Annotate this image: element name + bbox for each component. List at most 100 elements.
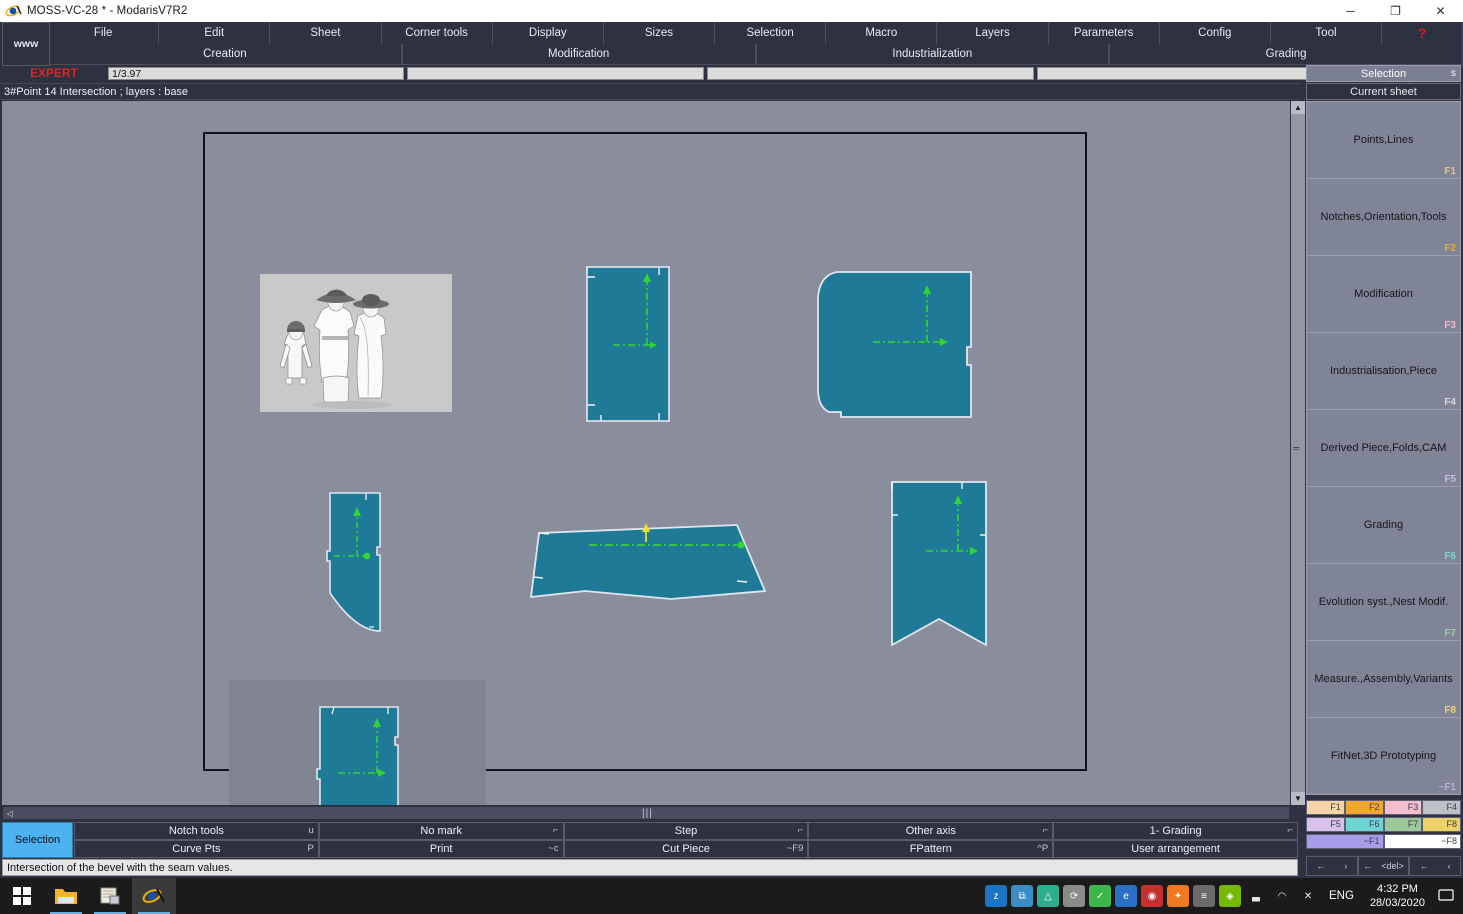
function-button-user-arrangement[interactable]: User arrangement	[1053, 840, 1298, 858]
input-field-3[interactable]	[707, 67, 1034, 80]
menu-item-file[interactable]: File	[48, 22, 160, 44]
selection-panel-header[interactable]: Selection s	[1306, 65, 1461, 82]
minimize-button[interactable]: ─	[1328, 0, 1373, 22]
help-icon[interactable]: ?	[1382, 22, 1463, 44]
security-alert-icon[interactable]: ◉	[1141, 885, 1164, 907]
sidebar-item-grading[interactable]: Grading F6	[1306, 486, 1461, 563]
refresh-icon[interactable]: ⟳	[1063, 885, 1086, 907]
function-button-fpattern[interactable]: FPattern ^P	[808, 840, 1054, 858]
grading-arrow-cell-3[interactable]: ← ‹	[1409, 856, 1462, 876]
input-field-2[interactable]	[407, 67, 704, 80]
canvas-vertical-scrollbar[interactable]: ▲ ═ ▼	[1290, 101, 1305, 805]
function-button-other-axis[interactable]: Other axis ⌐	[808, 822, 1054, 840]
menu-item-macro[interactable]: Macro	[826, 22, 938, 44]
mode-tab-creation[interactable]: Creation	[48, 44, 402, 65]
grading-swatch-f2[interactable]: F2	[1344, 800, 1384, 815]
zoho-icon[interactable]: z	[985, 885, 1008, 907]
battery-icon[interactable]: ▃	[1245, 885, 1267, 907]
menu-item-corner-tools[interactable]: Corner tools	[382, 22, 493, 44]
avast-icon[interactable]: ✦	[1167, 885, 1190, 907]
menu-item-config[interactable]: Config	[1160, 22, 1271, 44]
modaris-taskbar-icon[interactable]	[132, 878, 176, 914]
function-button-cut-piece[interactable]: Cut Piece ~F9	[563, 840, 809, 858]
boxed-rectangle-piece[interactable]	[316, 703, 402, 805]
grading-swatch-f8[interactable]: F8	[1422, 817, 1461, 832]
scale-input[interactable]: 1/3.97	[108, 67, 404, 80]
menu-item-parameters[interactable]: Parameters	[1049, 22, 1160, 44]
wide-trapezoid-piece[interactable]	[525, 519, 770, 609]
cloud-drive-icon[interactable]: △	[1037, 885, 1060, 907]
menu-item-tool[interactable]: Tool	[1271, 22, 1383, 44]
clock-widget[interactable]: 4:32 PM 28/03/2020	[1370, 882, 1425, 910]
wifi-icon[interactable]: ◠	[1271, 885, 1293, 907]
mode-tab-modification[interactable]: Modification	[401, 44, 756, 65]
scroll-left-arrow[interactable]: ◁	[3, 807, 17, 819]
scroll-down-arrow[interactable]: ▼	[1291, 792, 1305, 805]
sidebar-item-evolution-syst-nest-modif[interactable]: Evolution syst.,Nest Modif. F7	[1306, 563, 1461, 640]
volume-muted-icon[interactable]: ✕	[1297, 885, 1319, 907]
rectangle-piece-top[interactable]	[585, 265, 671, 423]
grading-swatch-alt-f1[interactable]: ~F1	[1306, 834, 1384, 849]
grading-swatch-f3[interactable]: F3	[1383, 800, 1423, 815]
language-indicator[interactable]: ENG	[1329, 890, 1354, 902]
sidebar-item-fitnet-3d-prototyping[interactable]: FitNet,3D Prototyping ~F1	[1306, 717, 1461, 795]
arrow-right-icon[interactable]: ›	[1344, 861, 1347, 871]
notification-icon[interactable]	[1433, 878, 1459, 914]
sidebar-item-industrialisation-piece[interactable]: Industrialisation,Piece F4	[1306, 332, 1461, 409]
selection-mode-button[interactable]: Selection	[2, 822, 73, 858]
banner-notch-piece[interactable]	[886, 477, 992, 651]
windows-start-icon[interactable]	[0, 878, 44, 914]
menu-item-selection[interactable]: Selection	[715, 22, 827, 44]
close-button[interactable]: ✕	[1418, 0, 1463, 22]
sidebar-item-measure-assembly-variants[interactable]: Measure.,Assembly,Variants F8	[1306, 640, 1461, 717]
www-button[interactable]: www	[2, 22, 50, 66]
hscroll-grip[interactable]: |||	[642, 808, 653, 819]
function-button-print[interactable]: Print ~c	[318, 840, 564, 858]
menu-item-sheet[interactable]: Sheet	[270, 22, 382, 44]
sidebar-item-points-lines[interactable]: Points,Lines F1	[1306, 101, 1461, 178]
grading-swatch-f6[interactable]: F6	[1344, 817, 1384, 832]
arrow-left-icon[interactable]: ←	[1316, 861, 1325, 871]
nvidia-icon[interactable]: ◈	[1219, 885, 1242, 907]
pattern-canvas[interactable]	[2, 101, 1290, 805]
grading-swatch-f4[interactable]: F4	[1422, 800, 1461, 815]
sidebar-item-modification[interactable]: Modification F3	[1306, 255, 1461, 332]
sidebar-item-notches-orientation-tools[interactable]: Notches,Orientation,Tools F2	[1306, 178, 1461, 255]
sidebar-item-derived-piece-folds-cam[interactable]: Derived Piece,Folds,CAM F5	[1306, 409, 1461, 486]
grading-swatch-f7[interactable]: F7	[1383, 817, 1423, 832]
grading-arrow-cell-1[interactable]: ← ›	[1306, 856, 1358, 876]
menu-item-layers[interactable]: Layers	[937, 22, 1049, 44]
function-button-no-mark[interactable]: No mark ⌐	[318, 822, 564, 840]
function-button-notch-tools[interactable]: Notch tools u	[74, 822, 319, 840]
menu-item-display[interactable]: Display	[493, 22, 604, 44]
menu-item-edit[interactable]: Edit	[159, 22, 271, 44]
function-button-curve-pts[interactable]: Curve Pts P	[74, 840, 319, 858]
arrow-left-icon[interactable]: ←	[1420, 861, 1429, 871]
function-button-1-grading[interactable]: 1- Grading ⌐	[1053, 822, 1298, 840]
current-sheet-button[interactable]: Current sheet	[1306, 83, 1461, 100]
canvas-horizontal-scrollbar[interactable]: ◁ |||	[2, 806, 1290, 820]
grading-swatch-f1[interactable]: F1	[1306, 800, 1345, 815]
scroll-grip[interactable]: ═	[1293, 444, 1303, 456]
document-list-icon[interactable]: ≡	[1193, 885, 1216, 907]
scroll-up-arrow[interactable]: ▲	[1291, 101, 1305, 114]
arrow-left-icon[interactable]: ←	[1363, 861, 1372, 871]
grading-swatch-f5[interactable]: F5	[1306, 817, 1345, 832]
internet-explorer-icon[interactable]: e	[1115, 885, 1138, 907]
menu-item-sizes[interactable]: Sizes	[604, 22, 716, 44]
mode-tab-grading[interactable]: Grading	[1109, 44, 1463, 65]
grading-swatch-alt-f8[interactable]: ~F8	[1383, 834, 1461, 849]
grading-arrow-cell-2[interactable]: ← <del>	[1357, 856, 1410, 876]
input-field-4[interactable]	[1037, 67, 1341, 80]
mode-tab-industrialization[interactable]: Industrialization	[755, 44, 1110, 65]
rounded-square-piece[interactable]	[815, 269, 977, 421]
network-sync-icon[interactable]: ⧉	[1011, 885, 1034, 907]
arrow-right-icon[interactable]: ‹	[1448, 861, 1451, 871]
maximize-button[interactable]: ❐	[1373, 0, 1418, 22]
curved-side-piece[interactable]	[322, 489, 390, 641]
file-explorer-icon[interactable]	[44, 878, 88, 914]
notepad-icon[interactable]	[88, 878, 132, 914]
function-button-step[interactable]: Step ⌐	[563, 822, 809, 840]
arrow-right-icon[interactable]: <del>	[1381, 861, 1404, 871]
check-shield-icon[interactable]: ✓	[1089, 885, 1112, 907]
